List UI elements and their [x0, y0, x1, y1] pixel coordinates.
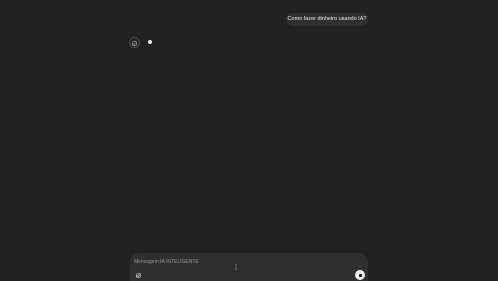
text-cursor-icon [235, 264, 237, 270]
user-message-bubble: Como fazer dinheiro usando IA? [286, 13, 368, 26]
stop-generating-button[interactable] [355, 270, 365, 280]
attach-button[interactable] [134, 271, 142, 279]
message-composer [130, 253, 368, 281]
assistant-logo-icon [131, 34, 138, 52]
message-input[interactable] [134, 257, 314, 266]
paperclip-icon [135, 266, 142, 281]
user-message-text: Como fazer dinheiro usando IA? [287, 16, 367, 22]
assistant-avatar [129, 37, 140, 48]
stop-icon [358, 273, 362, 277]
thinking-dot-icon [148, 40, 152, 44]
chat-page: Como fazer dinheiro usando IA? [0, 0, 498, 281]
